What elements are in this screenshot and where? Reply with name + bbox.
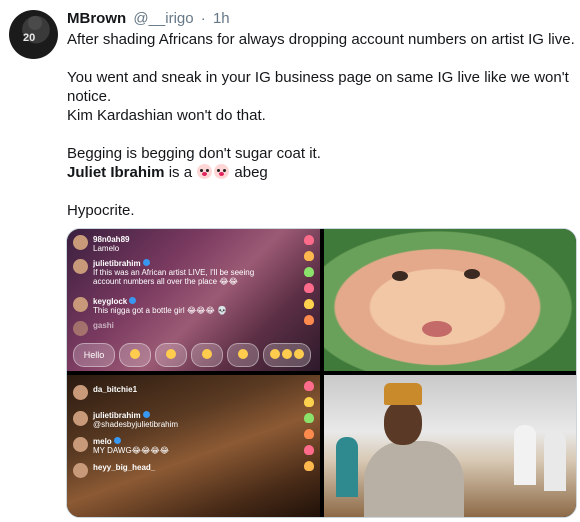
tweet-line: Begging is begging don't sugar coat it. — [67, 145, 321, 162]
tweet-line: After shading Africans for always droppi… — [67, 31, 575, 48]
commenter-avatar — [73, 259, 88, 274]
heart-eyes-emoji-icon — [166, 349, 176, 359]
verified-badge-icon — [129, 297, 137, 304]
floating-hearts — [304, 235, 316, 331]
person-face — [384, 401, 422, 445]
media-image-man-in-cap[interactable] — [324, 375, 576, 517]
clown-emoji-icon — [214, 164, 230, 179]
mention-text-pre: is a — [168, 164, 193, 181]
commenter-avatar — [73, 463, 88, 478]
commenter-username: heyy_big_head_ — [93, 463, 156, 472]
thumbs-up-emoji-icon — [238, 349, 248, 359]
commenter-avatar — [73, 235, 88, 250]
person-cap — [384, 383, 422, 405]
background-person — [336, 437, 358, 497]
wave-reaction-button[interactable] — [191, 343, 223, 367]
avatar-head — [28, 16, 42, 30]
background-person — [544, 431, 566, 491]
tweet-line: You went and sneak in your IG business p… — [67, 69, 569, 86]
comment-text: If this was an African artist LIVE, I'll… — [93, 268, 255, 277]
laugh-emoji-icon — [282, 349, 292, 359]
commenter-username: julietibrahim — [93, 259, 150, 268]
hello-reaction-button[interactable]: Hello — [73, 343, 115, 367]
laugh-emoji-icon — [294, 349, 304, 359]
commenter-username: da_bitchie1 — [93, 385, 138, 394]
media-image-instagram-live-2[interactable]: da_bitchie1 julietibrahim @shadesbyjulie… — [67, 375, 320, 517]
comment-text: MY DAWG😂😂😂😂 — [93, 446, 170, 455]
tweet-line: Hypocrite. — [67, 202, 135, 219]
author-avatar[interactable]: 20 — [9, 10, 58, 59]
commenter-username: julietibrahim — [93, 411, 150, 420]
commenter-username: keyglock — [93, 297, 137, 306]
comment-text: This nigga got a bottle girl 😂😂😂 💀 — [93, 306, 228, 315]
commenter-username: gashi — [93, 321, 114, 330]
verified-badge-icon — [113, 437, 121, 444]
comment-text: account numbers all over the place 😂😂 — [93, 277, 238, 286]
mention-name[interactable]: Juliet Ibrahim — [67, 164, 165, 181]
commenter-username: 98n0ah89 — [93, 235, 130, 244]
time-separator: · — [200, 10, 206, 27]
avatar-jersey-number: 20 — [23, 32, 36, 44]
laugh-emoji-icon — [270, 349, 280, 359]
media-image-baby-face[interactable] — [324, 229, 576, 371]
media-image-instagram-live-1[interactable]: 98n0ah89 Lamelo julietibrahim If this wa… — [67, 229, 320, 371]
floating-hearts — [304, 381, 316, 477]
media-grid: 98n0ah89 Lamelo julietibrahim If this wa… — [66, 228, 577, 518]
background-person — [514, 425, 536, 485]
comment-text: Lamelo — [93, 244, 120, 253]
tweet-mention-line: Juliet Ibrahim is a abeg — [67, 163, 572, 182]
baby-eye — [392, 271, 408, 281]
wave-emoji-icon — [202, 349, 212, 359]
commenter-avatar — [73, 437, 88, 452]
tweet-header: MBrown @__irigo · 1h — [67, 9, 230, 29]
person-robe — [364, 441, 464, 517]
author-handle[interactable]: @__irigo — [133, 10, 193, 27]
mention-text-post: abeg — [234, 164, 268, 181]
baby-eye — [464, 269, 480, 279]
commenter-avatar — [73, 297, 88, 312]
verified-badge-icon — [142, 411, 150, 418]
commenter-username: melo — [93, 437, 121, 446]
heart-eyes-reaction-button[interactable] — [155, 343, 187, 367]
laugh-reaction-button[interactable] — [119, 343, 151, 367]
laugh-emoji-icon — [130, 349, 140, 359]
comment-text: @shadesbyjulietibrahim — [93, 420, 179, 429]
author-name[interactable]: MBrown — [67, 10, 126, 27]
thumbs-up-reaction-button[interactable] — [227, 343, 259, 367]
tweet-line: Kim Kardashian won't do that. — [67, 107, 266, 124]
commenter-avatar — [73, 321, 88, 336]
tweet-line: notice. — [67, 88, 112, 105]
baby-mouth — [422, 321, 452, 337]
commenter-avatar — [73, 385, 88, 400]
commenter-avatar — [73, 411, 88, 426]
tweet-body: After shading Africans for always droppi… — [67, 30, 575, 220]
tweet-timestamp[interactable]: 1h — [213, 10, 230, 27]
clown-emoji-icon — [197, 164, 213, 179]
triple-laugh-reaction-button[interactable] — [263, 343, 311, 367]
reaction-bar: Hello — [73, 343, 316, 367]
verified-badge-icon — [142, 259, 150, 266]
